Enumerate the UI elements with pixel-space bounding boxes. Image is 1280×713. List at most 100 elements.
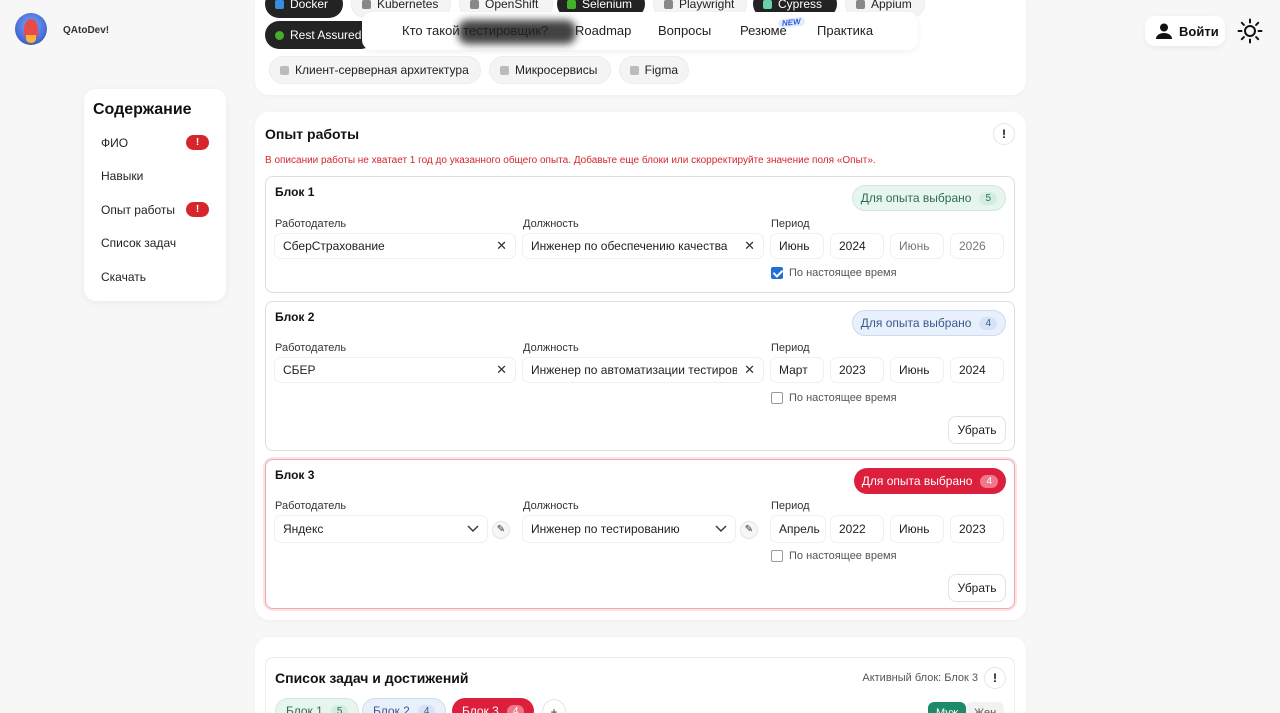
tasks-title: Список задач и достижений — [275, 670, 469, 686]
sidebar-badge-fio: ! — [186, 135, 209, 150]
remove-block-button[interactable]: Убрать — [948, 574, 1006, 602]
position-input[interactable]: Инженер по обеспечению качества ✕ — [523, 234, 763, 258]
checkbox-unchecked[interactable] — [771, 550, 783, 562]
selected-for-experience-pill[interactable]: Для опыта выбрано 5 — [851, 185, 1006, 211]
main-nav: Кто такой тестировщик? Roadmap Вопросы Р… — [362, 12, 918, 50]
experience-block-2: Блок 2 Для опыта выбрано 4 Работодатель Д… — [265, 301, 1015, 451]
sidebar-item-skills[interactable]: Навыки — [101, 169, 143, 183]
skill-chip-figma[interactable]: Figma — [619, 56, 689, 84]
period-label: Период — [771, 342, 810, 354]
period-label: Период — [771, 500, 810, 512]
experience-block-3: Блок 3 Для опыта выбрано 4 Работодатель Д… — [265, 459, 1015, 609]
brand-name[interactable]: QAtoDev! — [63, 25, 109, 36]
checkbox-unchecked[interactable] — [771, 392, 783, 404]
active-block-label: Активный блок: Блок 3 — [862, 672, 978, 684]
block-title: Блок 1 — [275, 185, 315, 199]
position-label: Должность — [523, 218, 579, 230]
add-block-button[interactable]: + — [542, 699, 566, 713]
position-input[interactable]: Инженер по автоматизации тестирования✕ — [523, 358, 763, 382]
experience-block-1: Блок 1 Для опыта выбрано 5 Работодатель Д… — [265, 176, 1015, 293]
new-badge: NEW — [777, 16, 806, 29]
tab-block-3[interactable]: Блок 34 — [452, 698, 535, 713]
skill-chip-docker[interactable]: Docker — [265, 0, 343, 18]
rest-assured-icon — [275, 30, 284, 40]
remove-block-button[interactable]: Убрать — [948, 416, 1006, 444]
kubernetes-icon — [362, 0, 371, 9]
playwright-icon — [664, 0, 673, 9]
openshift-icon — [470, 0, 479, 9]
nav-item-questions[interactable]: Вопросы — [658, 23, 711, 38]
position-label: Должность — [523, 342, 579, 354]
skill-chip-client-server[interactable]: Клиент-серверная архитектура — [269, 56, 481, 84]
start-month-select[interactable]: Апрель — [771, 516, 825, 542]
edit-icon[interactable]: ✎ — [492, 521, 510, 539]
end-month-select[interactable]: Июнь — [891, 358, 943, 382]
employer-input[interactable]: СБЕР ✕ — [275, 358, 515, 382]
nav-item-roadmap[interactable]: Roadmap — [575, 23, 631, 38]
experience-card: Опыт работы ! В описании работы не хвата… — [255, 112, 1026, 620]
experience-warning: В описании работы не хватает 1 год до ук… — [265, 155, 876, 166]
server-icon — [280, 65, 289, 75]
selenium-icon — [567, 0, 576, 9]
sidebar-item-tasks[interactable]: Список задач — [101, 236, 176, 250]
cypress-icon — [763, 0, 772, 9]
nav-item-practice[interactable]: Практика — [817, 23, 873, 38]
checkbox-checked[interactable] — [771, 267, 783, 279]
experience-title: Опыт работы — [265, 126, 360, 142]
sidebar-title: Содержание — [93, 101, 192, 118]
position-select[interactable]: Инженер по тестированию — [523, 516, 735, 542]
present-checkbox[interactable]: По настоящее время — [771, 550, 897, 562]
start-year-select[interactable]: 2023 — [831, 358, 883, 382]
gender-female-toggle[interactable]: Жен — [966, 702, 1005, 713]
start-month-select[interactable]: Март — [771, 358, 823, 382]
employer-label: Работодатель — [275, 342, 347, 354]
employer-input[interactable]: СберСтрахование ✕ — [275, 234, 515, 258]
tab-block-1[interactable]: Блок 15 — [275, 698, 360, 713]
tasks-card: Список задач и достижений Активный блок:… — [255, 637, 1026, 713]
selected-for-experience-pill[interactable]: Для опыта выбрано 4 — [853, 468, 1006, 494]
employer-label: Работодатель — [275, 218, 347, 230]
chevron-down-icon — [467, 525, 479, 532]
sidebar-item-fio[interactable]: ФИО — [101, 136, 128, 150]
chevron-down-icon — [715, 525, 727, 532]
sidebar-badge-experience: ! — [186, 202, 209, 217]
end-year-select[interactable]: 2024 — [951, 358, 1003, 382]
present-checkbox[interactable]: По настоящее время — [771, 392, 897, 404]
gender-male-toggle[interactable]: Муж — [928, 702, 967, 713]
block-title: Блок 2 — [275, 310, 315, 324]
clear-icon[interactable]: ✕ — [496, 362, 507, 378]
appium-icon — [856, 0, 865, 9]
tasks-info-button[interactable]: ! — [984, 667, 1006, 689]
end-year-select[interactable]: 2026 — [951, 234, 1003, 258]
login-button[interactable]: Войти — [1145, 16, 1225, 46]
start-month-select[interactable]: Июнь — [771, 234, 823, 258]
block-title: Блок 3 — [275, 468, 315, 482]
end-month-select[interactable]: Июнь — [891, 234, 943, 258]
microservices-icon — [500, 65, 509, 75]
position-label: Должность — [523, 500, 579, 512]
sidebar-item-experience[interactable]: Опыт работы — [101, 203, 175, 217]
skill-chip-microservices[interactable]: Микросервисы — [489, 56, 611, 84]
clear-icon[interactable]: ✕ — [744, 238, 755, 254]
sun-icon[interactable] — [1237, 18, 1263, 44]
clear-icon[interactable]: ✕ — [744, 362, 755, 378]
sidebar-item-download[interactable]: Скачать — [101, 270, 146, 284]
start-year-select[interactable]: 2022 — [831, 516, 883, 542]
nav-item-who-is-tester[interactable]: Кто такой тестировщик? — [402, 23, 548, 38]
period-label: Период — [771, 218, 810, 230]
end-month-select[interactable]: Июнь — [891, 516, 943, 542]
user-icon — [1156, 23, 1172, 39]
figma-icon — [630, 65, 639, 75]
tasks-panel: Список задач и достижений Активный блок:… — [265, 657, 1015, 713]
edit-icon[interactable]: ✎ — [740, 521, 758, 539]
skill-chip-rest-assured[interactable]: Rest Assured — [265, 21, 375, 49]
logo[interactable] — [15, 13, 47, 45]
end-year-select[interactable]: 2023 — [951, 516, 1003, 542]
clear-icon[interactable]: ✕ — [496, 238, 507, 254]
start-year-select[interactable]: 2024 — [831, 234, 883, 258]
experience-info-button[interactable]: ! — [993, 123, 1015, 145]
tab-block-2[interactable]: Блок 24 — [362, 698, 447, 713]
employer-select[interactable]: Яндекс — [275, 516, 487, 542]
selected-for-experience-pill[interactable]: Для опыта выбрано 4 — [851, 310, 1006, 336]
present-checkbox[interactable]: По настоящее время — [771, 267, 897, 279]
